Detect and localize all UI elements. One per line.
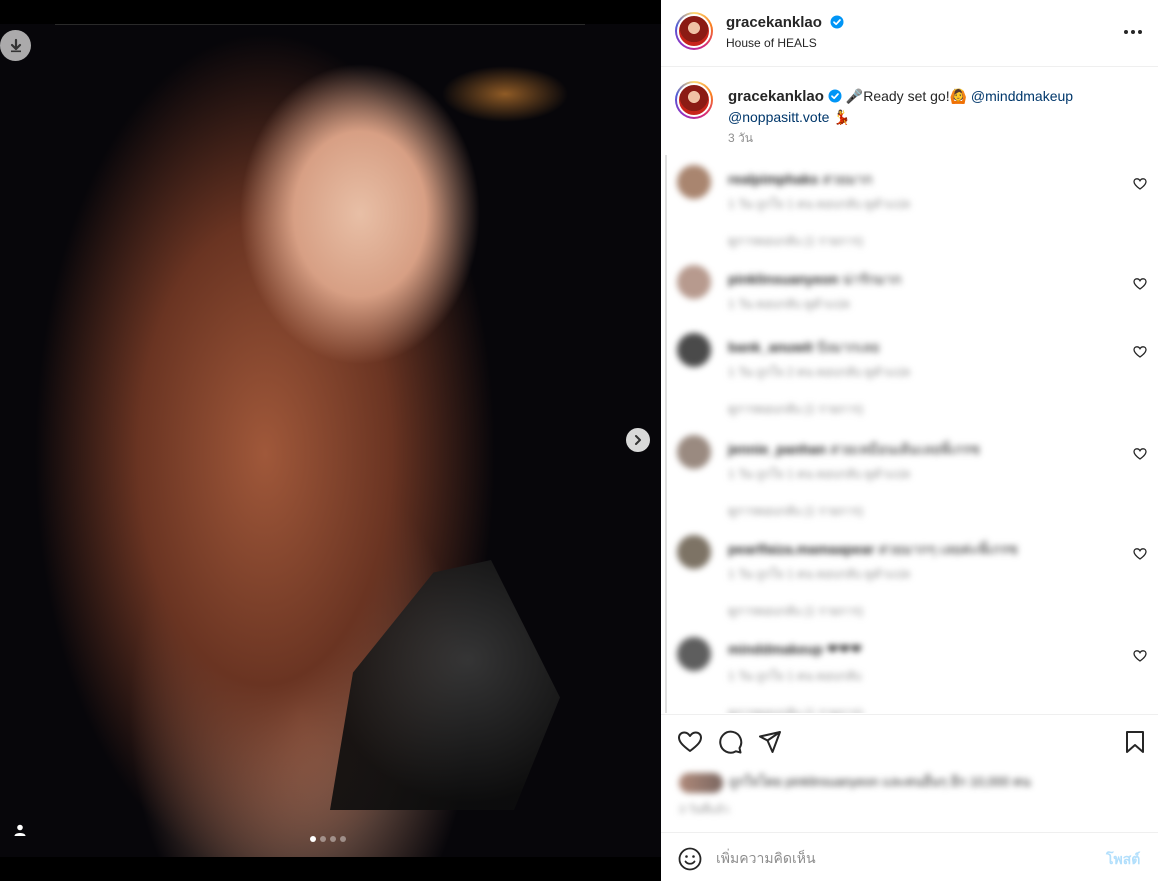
comment-text: pinklinsuanyeon น่ารักมาก <box>728 269 901 291</box>
avatar[interactable] <box>677 435 711 469</box>
comment-username[interactable]: pinklinsuanyeon <box>728 271 838 287</box>
comment-meta[interactable]: 1 วัน ถูกใจ 2 คน ตอบกลับ ดูคำแปล <box>728 363 910 382</box>
comment-like-heart-icon[interactable] <box>1133 345 1147 359</box>
comment-username[interactable]: bank_anuwit <box>728 339 813 355</box>
media-divider <box>55 24 585 25</box>
view-replies-link[interactable]: ดูการตอบกลับ (1 รายการ) <box>728 232 863 251</box>
comment-like-heart-icon[interactable] <box>1133 177 1147 191</box>
avatar[interactable] <box>677 637 711 671</box>
comment-meta[interactable]: 1 วัน ถูกใจ 1 คน ตอบกลับ ดูคำแปล <box>728 465 910 484</box>
comment-item: bank_anuwit ปังมากเลย 1 วัน ถูกใจ 2 คน ต… <box>661 323 1158 423</box>
comment-meta[interactable]: 1 วัน ถูกใจ 1 คน ตอบกลับ <box>728 667 861 686</box>
next-slide-button[interactable] <box>626 428 650 452</box>
comment-username[interactable]: minddmakeup <box>728 641 823 657</box>
mention-link[interactable]: @minddmakeup <box>971 88 1073 104</box>
comment-body: สวยเหมือนเดิมเลยพี่เกรซ <box>829 441 980 457</box>
view-replies-link[interactable]: ดูการตอบกลับ (1 รายการ) <box>728 400 863 419</box>
comment-like-heart-icon[interactable] <box>1133 649 1147 663</box>
comment-text: jennie_panhan สวยเหมือนเดิมเลยพี่เกรซ <box>728 439 980 461</box>
comment-body: ปังมากเลย <box>816 339 880 355</box>
view-replies-link[interactable]: ดูการตอบกลับ (1 รายการ) <box>728 502 863 521</box>
carousel-dot <box>310 836 316 842</box>
comment-body: สวยมาก <box>822 171 873 187</box>
post-actions-bar <box>661 714 1158 766</box>
comment-text: pearlfaiza.mamaapear สวยมากๆ เลยค่ะพี่เก… <box>728 539 1018 561</box>
comment-text: minddmakeup ❤❤❤ <box>728 641 862 658</box>
comment-body: ❤❤❤ <box>826 641 862 657</box>
carousel-dot <box>330 836 336 842</box>
save-bookmark-icon[interactable] <box>1122 729 1148 755</box>
carousel-indicator <box>310 836 346 842</box>
post-header: gracekanklao House of HEALS <box>661 0 1158 67</box>
comment-username[interactable]: jennie_panhan <box>728 441 826 457</box>
share-send-icon[interactable] <box>757 729 783 755</box>
add-comment-bar: โพสต์ <box>661 832 1158 881</box>
caption-text: 🎤Ready set go!🙆 <box>845 88 968 104</box>
avatar[interactable] <box>677 265 711 299</box>
avatar[interactable] <box>675 12 713 50</box>
tagged-users-icon[interactable] <box>10 820 30 840</box>
download-icon[interactable] <box>0 30 31 61</box>
comment-item: pearlfaiza.mamaapear สวยมากๆ เลยค่ะพี่เก… <box>661 525 1158 625</box>
comment-like-heart-icon[interactable] <box>1133 547 1147 561</box>
carousel-dot <box>320 836 326 842</box>
view-replies-link[interactable]: ดูการตอบกลับ (1 รายการ) <box>728 602 863 621</box>
comment-meta[interactable]: 1 วัน ถูกใจ 1 คน ตอบกลับ ดูคำแปล <box>728 565 910 584</box>
more-options-icon[interactable] <box>1122 22 1144 42</box>
comment-username[interactable]: pearlfaiza.mamaapear <box>728 541 874 557</box>
likes-summary-section: ถูกใจโดย pinklinsuanyeon และคนอื่นๆ อีก … <box>661 766 1158 832</box>
verified-badge-icon <box>830 15 844 29</box>
comment-body: สวยมากๆ เลยค่ะพี่เกรซ <box>878 541 1018 557</box>
post-media-viewer <box>0 0 661 881</box>
post-author-username[interactable]: gracekanklao <box>726 14 822 31</box>
view-replies-link[interactable]: ดูการตอบกลับ (1 รายการ) <box>728 704 863 713</box>
comments-list[interactable]: realpimphaks สวยมาก 1 วัน ถูกใจ 1 คน ตอบ… <box>661 155 1158 713</box>
carousel-dot <box>340 836 346 842</box>
avatar[interactable] <box>675 81 713 119</box>
comment-text: realpimphaks สวยมาก <box>728 169 872 191</box>
caption-emoji: 💃 <box>833 109 851 125</box>
comment-meta[interactable]: 1 วัน ตอบกลับ ดูคำแปล <box>728 295 850 314</box>
liker-avatars <box>679 772 723 793</box>
comment-meta[interactable]: 1 วัน ถูกใจ 1 คน ตอบกลับ ดูคำแปล <box>728 195 910 214</box>
comment-input[interactable] <box>716 846 1086 870</box>
comment-body: น่ารักมาก <box>842 271 902 287</box>
like-heart-icon[interactable] <box>677 729 703 755</box>
chevron-right-icon <box>635 435 641 445</box>
post-date: 3 วันที่แล้ว <box>679 804 730 816</box>
comment-like-heart-icon[interactable] <box>1133 447 1147 461</box>
comment-item: realpimphaks สวยมาก 1 วัน ถูกใจ 1 คน ตอบ… <box>661 155 1158 255</box>
emoji-smiley-icon[interactable] <box>678 847 702 871</box>
post-photo[interactable] <box>0 24 661 857</box>
mention-link[interactable]: @noppasitt.vote <box>728 109 829 125</box>
verified-badge-icon <box>828 89 842 103</box>
comment-username[interactable]: realpimphaks <box>728 171 818 187</box>
comment-item: jennie_panhan สวยเหมือนเดิมเลยพี่เกรซ 1 … <box>661 425 1158 525</box>
caption-username[interactable]: gracekanklao <box>728 88 824 105</box>
post-location[interactable]: House of HEALS <box>726 36 817 50</box>
post-time-ago[interactable]: 3 วัน <box>728 129 753 148</box>
avatar[interactable] <box>677 165 711 199</box>
comment-item: minddmakeup ❤❤❤ 1 วัน ถูกใจ 1 คน ตอบกลับ… <box>661 627 1158 713</box>
comment-bubble-icon[interactable] <box>717 729 743 755</box>
comment-text: bank_anuwit ปังมากเลย <box>728 337 880 359</box>
avatar[interactable] <box>677 535 711 569</box>
avatar[interactable] <box>677 333 711 367</box>
post-comment-button[interactable]: โพสต์ <box>1106 849 1140 871</box>
likes-summary[interactable]: ถูกใจโดย pinklinsuanyeon และคนอื่นๆ อีก … <box>679 771 1031 793</box>
comment-like-heart-icon[interactable] <box>1133 277 1147 291</box>
post-detail-panel: gracekanklao House of HEALS gracekanklao… <box>661 0 1158 881</box>
